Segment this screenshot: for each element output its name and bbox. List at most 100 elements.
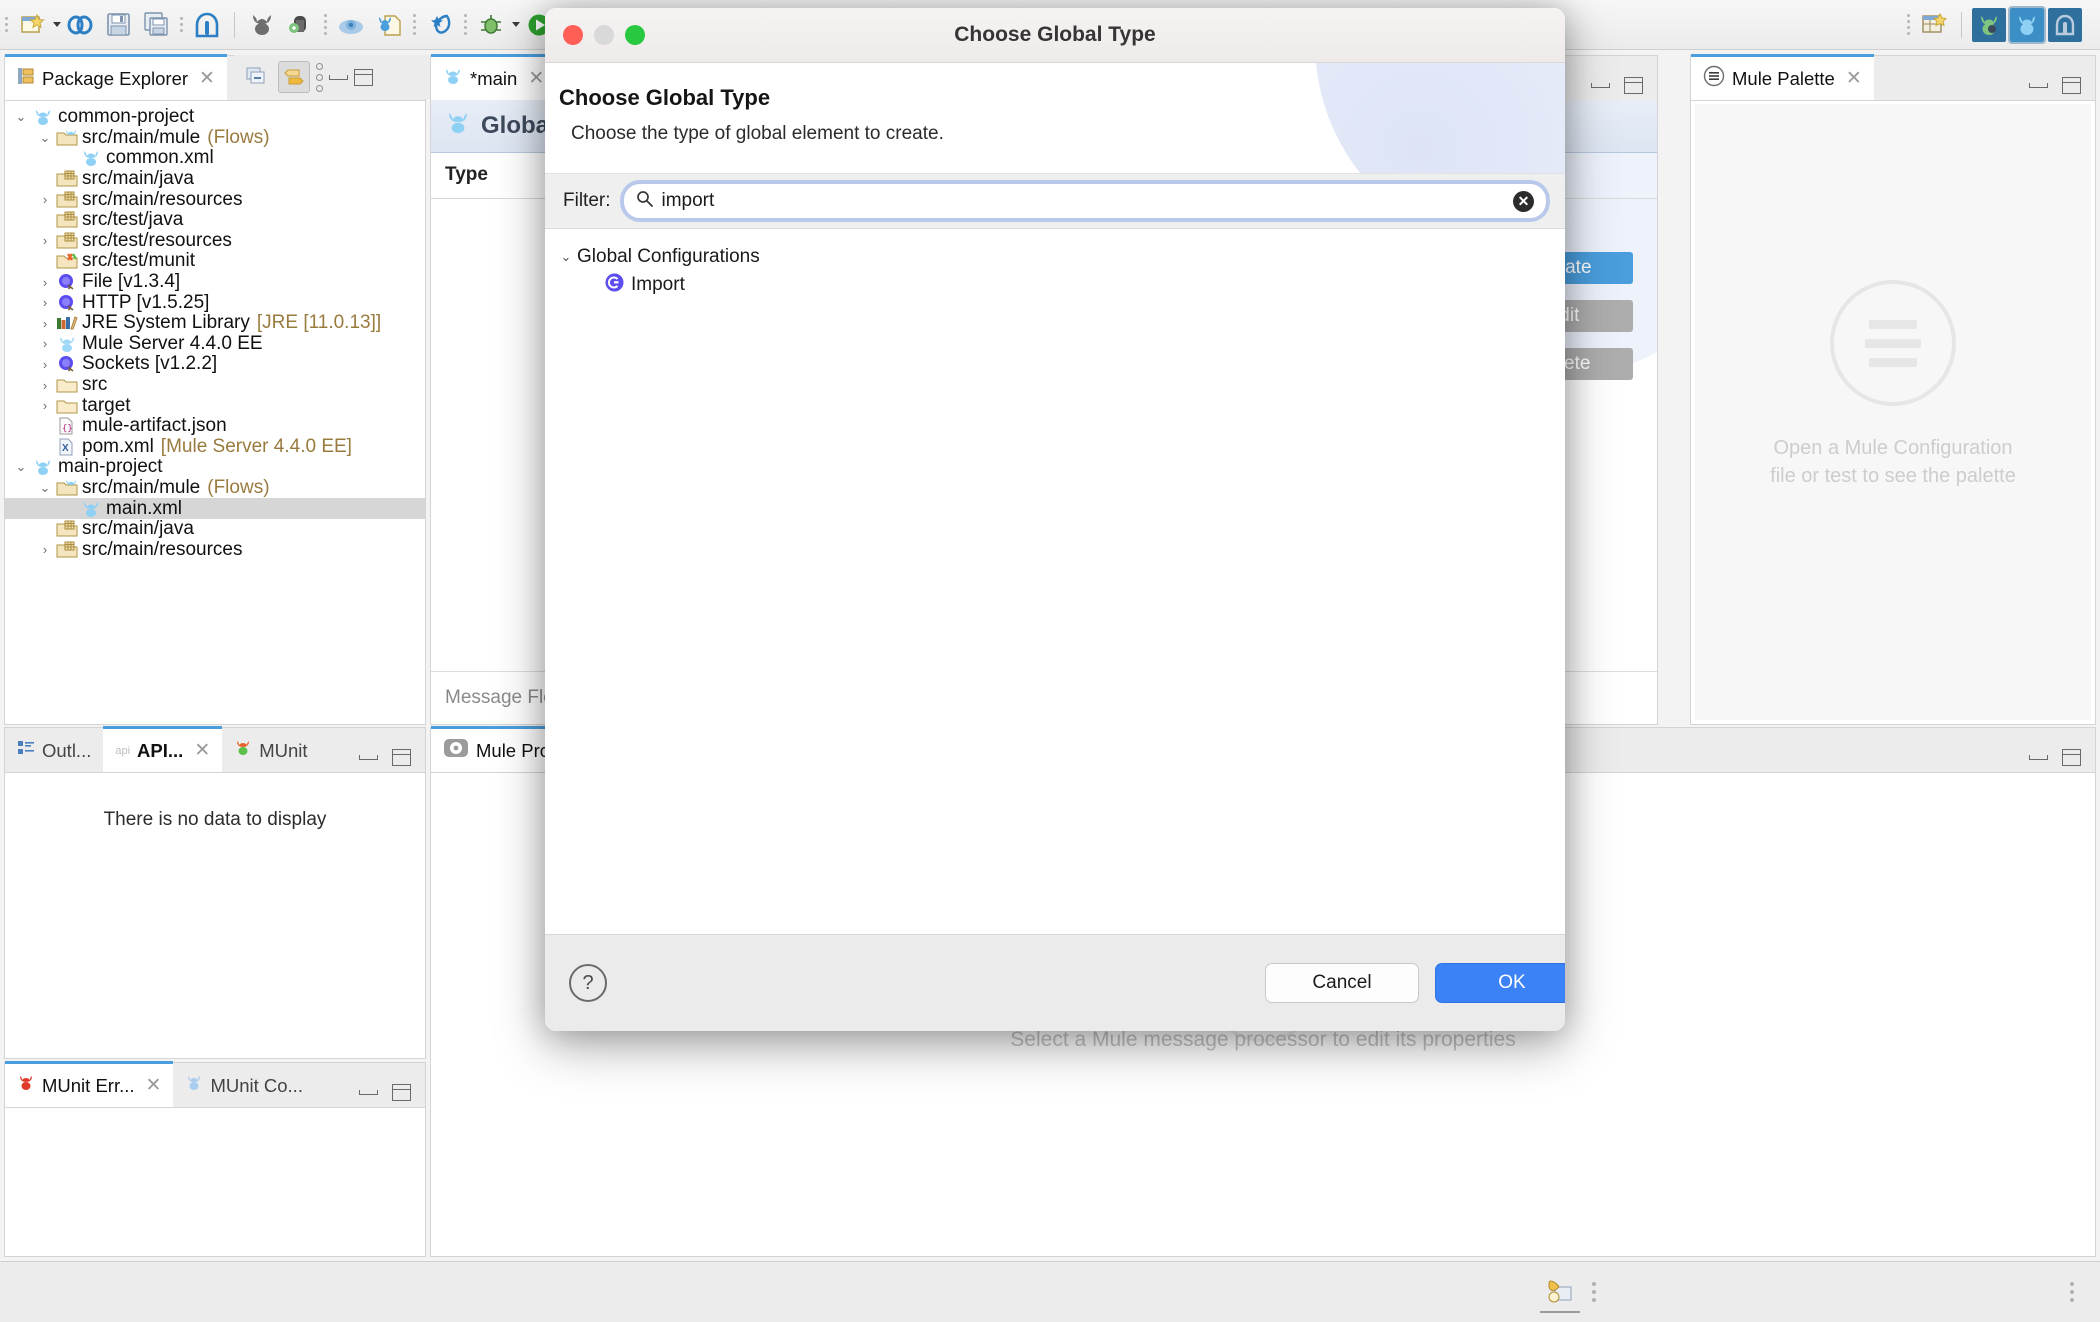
chevron-right-icon[interactable]: › <box>35 233 55 248</box>
cloudhub-icon[interactable] <box>333 7 369 43</box>
cancel-button[interactable]: Cancel <box>1265 963 1419 1003</box>
chevron-down-icon[interactable]: ⌄ <box>35 480 55 496</box>
debug-dropdown-icon[interactable] <box>512 22 520 27</box>
tree-row[interactable]: src/main/java <box>5 518 425 540</box>
maximize-icon[interactable] <box>2062 77 2081 94</box>
mule-link-icon[interactable] <box>62 7 98 43</box>
tree-row[interactable]: ⌄ common-project <box>5 106 425 128</box>
tree-row[interactable]: › HTTP [v1.5.25] <box>5 292 425 313</box>
mule-runtime-icon[interactable] <box>244 7 280 43</box>
chevron-right-icon[interactable]: › <box>35 275 55 290</box>
toolbar-drag-handle-2[interactable] <box>178 10 185 40</box>
maximize-icon[interactable] <box>2062 749 2081 766</box>
minimize-icon[interactable] <box>329 74 348 80</box>
tree-row[interactable]: › src <box>5 374 425 396</box>
maximize-icon[interactable] <box>1624 77 1643 94</box>
tree-row[interactable]: › src/main/resources <box>5 539 425 560</box>
close-icon[interactable]: ✕ <box>194 739 210 762</box>
close-icon[interactable]: ✕ <box>528 67 544 90</box>
chevron-down-icon[interactable]: ⌄ <box>11 459 31 475</box>
collapse-all-icon[interactable] <box>242 62 272 92</box>
project-tree[interactable]: ⌄ common-project ⌄ src/main/mule (Flows) comm… <box>5 101 425 560</box>
chevron-down-icon[interactable]: ⌄ <box>11 109 31 125</box>
status-drag-handle[interactable] <box>1592 1282 1596 1302</box>
chevron-down-icon[interactable]: ⌄ <box>555 249 577 265</box>
chevron-right-icon[interactable]: › <box>35 398 55 413</box>
ok-button[interactable]: OK <box>1435 963 1565 1003</box>
tree-row[interactable]: › Mule Server 4.4.0 EE <box>5 333 425 355</box>
tab-api[interactable]: api API... ✕ <box>103 726 223 772</box>
tab-main-xml[interactable]: *main ✕ <box>431 54 557 100</box>
deploy-icon[interactable] <box>282 7 318 43</box>
save-all-icon[interactable] <box>138 7 174 43</box>
tab-munit-errors[interactable]: MUnit Err... ✕ <box>5 1061 174 1107</box>
chevron-right-icon[interactable]: › <box>35 316 55 331</box>
chevron-right-icon[interactable]: › <box>35 192 55 207</box>
tab-outline[interactable]: Outl... <box>5 729 104 772</box>
tree-row[interactable]: › src/main/resources <box>5 189 425 210</box>
tree-row[interactable]: src/test/java <box>5 209 425 231</box>
chevron-right-icon[interactable]: › <box>35 357 55 372</box>
tab-munit-coverage[interactable]: MUnit Co... <box>173 1064 315 1107</box>
minimize-icon[interactable] <box>1591 83 1610 88</box>
anypoint-home-perspective-icon[interactable] <box>2048 7 2082 42</box>
clear-icon[interactable]: ✕ <box>1513 190 1534 212</box>
tree-row[interactable]: src/main/java <box>5 168 425 190</box>
status-right-handle[interactable] <box>2070 1282 2074 1302</box>
maximize-icon[interactable] <box>354 68 373 86</box>
debug-icon[interactable] <box>473 7 509 43</box>
anypoint-studio-perspective-icon[interactable] <box>1972 7 2006 42</box>
minimize-icon[interactable] <box>2029 83 2048 88</box>
tree-row[interactable]: › JRE System Library [JRE [11.0.13]] <box>5 312 425 334</box>
tree-group-global-configurations[interactable]: ⌄ Global Configurations <box>545 243 1565 271</box>
toolbar-drag-handle[interactable] <box>3 10 10 40</box>
new-wizard-dropdown-icon[interactable] <box>53 22 61 27</box>
chevron-right-icon[interactable]: › <box>35 295 55 310</box>
close-icon[interactable]: ✕ <box>199 67 215 90</box>
maximize-icon[interactable] <box>392 1084 411 1101</box>
tree-row[interactable]: › target <box>5 395 425 416</box>
tab-mule-palette[interactable]: Mule Palette ✕ <box>1691 54 1874 100</box>
tree-row[interactable]: ⌄ src/main/mule (Flows) <box>5 127 425 149</box>
new-wizard-icon[interactable] <box>14 7 50 43</box>
anypoint-icon[interactable] <box>189 7 225 43</box>
close-icon[interactable]: ✕ <box>146 1074 162 1097</box>
view-menu-icon[interactable] <box>316 62 323 92</box>
search-input[interactable]: import ✕ <box>622 183 1547 219</box>
open-perspective-icon[interactable] <box>1916 7 1952 43</box>
tree-row[interactable]: Xpom.xml [Mule Server 4.4.0 EE] <box>5 436 425 458</box>
tab-munit[interactable]: MUnit <box>222 729 320 772</box>
chevron-right-icon[interactable]: › <box>35 336 55 351</box>
tree-row[interactable]: ⌄ src/main/mule (Flows) <box>5 477 425 499</box>
global-type-tree[interactable]: ⌄ Global Configurations Import <box>545 229 1565 945</box>
minimize-icon[interactable] <box>359 1090 378 1095</box>
toolbar-drag-handle-4[interactable] <box>411 10 418 40</box>
import-project-icon[interactable] <box>371 7 407 43</box>
link-with-editor-icon[interactable] <box>278 61 310 93</box>
tree-row-selected[interactable]: main.xml <box>5 498 425 519</box>
toolbar-drag-handle-3[interactable] <box>322 10 329 40</box>
tab-package-explorer[interactable]: Package Explorer ✕ <box>5 54 227 100</box>
tree-row[interactable]: › Sockets [v1.2.2] <box>5 353 425 375</box>
tree-row[interactable]: {} mule-artifact.json <box>5 415 425 437</box>
chevron-down-icon[interactable]: ⌄ <box>35 130 55 146</box>
mule-design-perspective-icon[interactable] <box>2008 5 2046 44</box>
tree-row[interactable]: › src/test/resources <box>5 230 425 252</box>
tree-row[interactable]: ⌄ main-project <box>5 456 425 478</box>
help-button[interactable]: ? <box>569 964 607 1002</box>
save-icon[interactable] <box>100 7 136 43</box>
tree-row[interactable]: › File [v1.3.4] <box>5 271 425 293</box>
tree-item-import[interactable]: Import <box>545 271 1565 299</box>
chevron-right-icon[interactable]: › <box>35 542 55 557</box>
tree-row[interactable]: src/test/munit <box>5 250 425 272</box>
tree-row[interactable]: common.xml <box>5 147 425 169</box>
minimize-icon[interactable] <box>359 755 378 760</box>
chevron-right-icon[interactable]: › <box>35 378 55 393</box>
close-icon[interactable]: ✕ <box>1846 67 1862 90</box>
build-status-icon[interactable] <box>1540 1271 1580 1313</box>
toolbar-drag-handle-5[interactable] <box>462 10 469 40</box>
munit-icon[interactable] <box>422 7 458 43</box>
toolbar-drag-handle-7[interactable] <box>1905 10 1912 40</box>
minimize-icon[interactable] <box>2029 755 2048 760</box>
maximize-icon[interactable] <box>392 749 411 766</box>
